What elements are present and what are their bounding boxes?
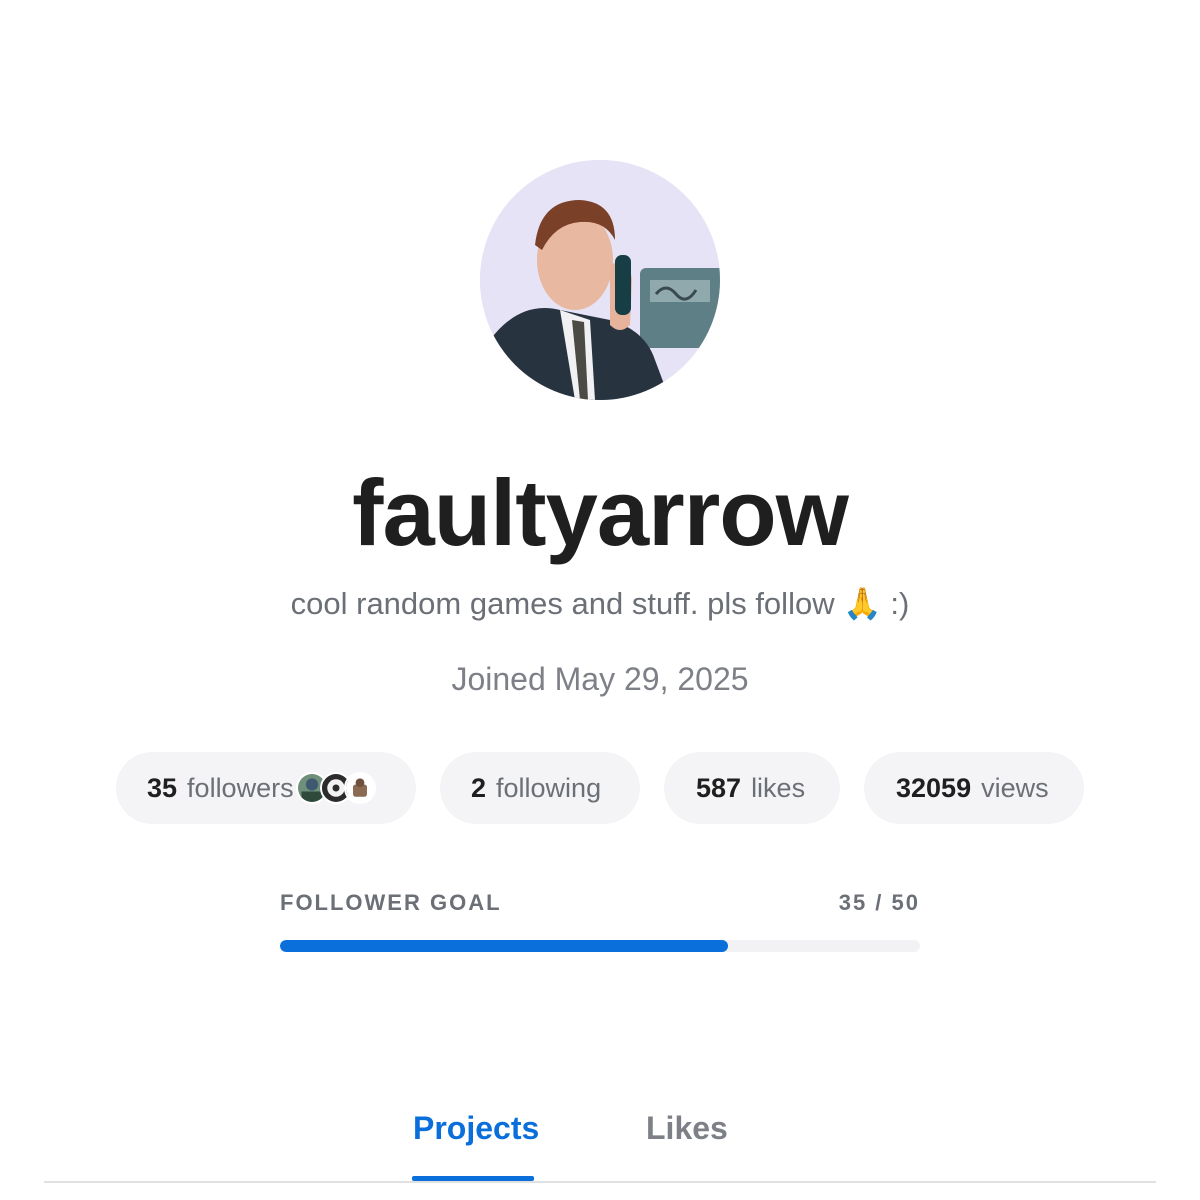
follower-avatar [343, 772, 376, 804]
profile-bio: cool random games and stuff. pls follow … [290, 586, 910, 621]
follower-goal-value: 35 / 50 [838, 890, 920, 915]
username: faultyarrow [352, 460, 849, 565]
views-stat: 32059 views [864, 752, 1084, 824]
tabs-divider [44, 1181, 1156, 1183]
profile-avatar [480, 160, 720, 400]
tab-projects[interactable]: Projects [413, 1108, 539, 1148]
views-count: 32059 [896, 772, 972, 803]
following-stat[interactable]: 2 following [440, 752, 640, 824]
follower-goal-label: FOLLOWER GOAL [280, 890, 502, 915]
following-count: 2 [471, 772, 487, 803]
views-label: views [981, 772, 1049, 803]
following-label: following [496, 772, 602, 803]
followers-stat[interactable]: 35 followers [116, 752, 416, 824]
tab-likes[interactable]: Likes [646, 1108, 728, 1148]
follower-avatars [295, 772, 376, 804]
followers-count: 35 [147, 772, 178, 803]
followers-label: followers [187, 772, 294, 803]
likes-count: 587 [696, 772, 742, 803]
likes-label: likes [751, 772, 806, 803]
follower-goal-fill [280, 940, 728, 952]
likes-stat[interactable]: 587 likes [664, 752, 840, 824]
follower-goal-progress [280, 940, 920, 952]
join-date: Joined May 29, 2025 [451, 661, 749, 697]
